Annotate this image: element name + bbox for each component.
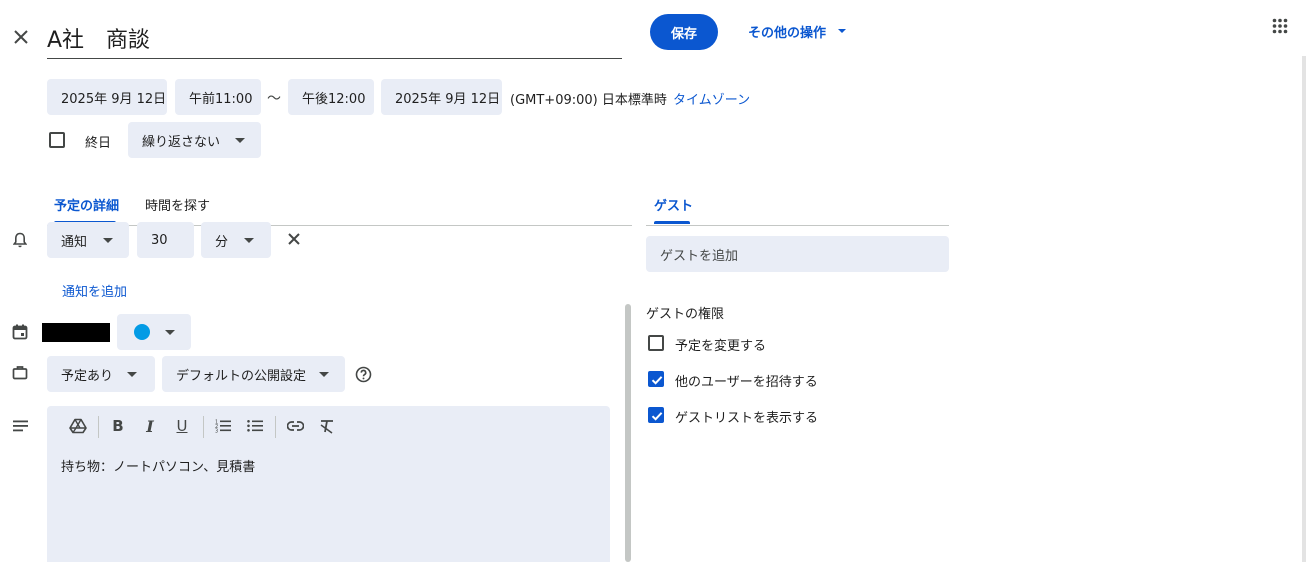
chevron-down-icon xyxy=(244,238,254,243)
chevron-down-icon xyxy=(103,238,113,243)
permission-invite-label: 他のユーザーを招待する xyxy=(675,375,818,390)
numbered-list-icon[interactable]: 123 xyxy=(211,412,235,440)
color-swatch xyxy=(134,324,150,340)
add-notification-link[interactable]: 通知を追加 xyxy=(62,281,127,300)
calendar-name-redacted xyxy=(42,323,110,342)
more-actions-label: その他の操作 xyxy=(748,25,827,41)
bell-icon xyxy=(10,230,30,250)
tab-event-details[interactable]: 予定の詳細 xyxy=(47,188,123,224)
notification-unit-text: 分 xyxy=(215,234,229,250)
availability-text: 予定あり xyxy=(61,368,114,384)
end-date-text: 2025年 9月 12日 xyxy=(395,91,501,107)
tab-guests[interactable]: ゲスト xyxy=(646,188,702,224)
close-icon[interactable] xyxy=(8,24,34,50)
tab-guests-label: ゲスト xyxy=(654,199,694,214)
notification-amount-text: 30 xyxy=(151,232,168,248)
permission-see-list-checkbox[interactable] xyxy=(648,407,664,423)
chevron-down-icon xyxy=(838,29,847,33)
repeat-text: 繰り返さない xyxy=(142,134,221,150)
availability-dropdown[interactable]: 予定あり xyxy=(47,356,155,392)
permission-modify-checkbox[interactable] xyxy=(648,335,664,351)
title-input[interactable]: A社 商談 xyxy=(47,18,622,59)
end-date-chip[interactable]: 2025年 9月 12日 xyxy=(381,79,502,115)
notification-type-text: 通知 xyxy=(61,234,88,250)
notification-unit-dropdown[interactable]: 分 xyxy=(201,222,271,258)
tab-find-time[interactable]: 時間を探す xyxy=(138,188,218,224)
toolbar-separator xyxy=(98,416,99,438)
bullet-list-icon[interactable] xyxy=(243,412,267,440)
chevron-down-icon xyxy=(319,372,329,377)
check-icon xyxy=(651,376,663,385)
svg-text:3: 3 xyxy=(215,429,218,434)
timezone-text: (GMT+09:00) 日本標準時 xyxy=(510,93,667,108)
briefcase-icon xyxy=(10,362,30,382)
allday-checkbox[interactable] xyxy=(49,132,65,148)
repeat-dropdown[interactable]: 繰り返さない xyxy=(128,122,261,158)
drive-attachment-icon[interactable] xyxy=(66,412,90,440)
bold-icon[interactable]: B xyxy=(106,412,130,440)
visibility-dropdown[interactable]: デフォルトの公開設定 xyxy=(162,356,345,392)
link-icon[interactable] xyxy=(283,412,307,440)
permission-invite-checkbox[interactable] xyxy=(648,371,664,387)
add-guest-input[interactable]: ゲストを追加 xyxy=(646,236,949,272)
end-time-chip[interactable]: 午後12:00 xyxy=(288,79,374,115)
underline-icon[interactable]: U xyxy=(170,412,194,440)
timezone-link[interactable]: タイムゾーン xyxy=(673,89,750,108)
more-actions-button[interactable]: その他の操作 xyxy=(740,16,852,46)
permission-modify-label: 予定を変更する xyxy=(675,339,767,354)
add-guest-placeholder: ゲストを追加 xyxy=(660,248,739,264)
end-time-text: 午後12:00 xyxy=(302,91,366,107)
description-text: 持ち物：ノートパソコン、見積書 xyxy=(61,460,256,475)
page-scrollbar-track xyxy=(1302,56,1306,562)
chevron-down-icon xyxy=(165,330,175,335)
start-date-chip[interactable]: 2025年 9月 12日 xyxy=(47,79,167,115)
start-date-text: 2025年 9月 12日 xyxy=(61,91,167,107)
save-label: 保存 xyxy=(670,26,697,42)
allday-label: 終日 xyxy=(85,136,112,151)
guest-permissions-title: ゲストの権限 xyxy=(646,307,725,322)
toolbar-separator xyxy=(275,416,276,438)
notification-type-dropdown[interactable]: 通知 xyxy=(47,222,129,258)
toolbar-separator xyxy=(203,416,204,438)
start-time-text: 午前11:00 xyxy=(189,91,253,107)
start-time-chip[interactable]: 午前11:00 xyxy=(175,79,261,115)
apps-grid-icon[interactable] xyxy=(1268,14,1292,38)
scrollbar-thumb[interactable] xyxy=(625,304,631,562)
calendar-icon xyxy=(10,322,30,342)
chevron-down-icon xyxy=(235,138,245,143)
time-separator: 〜 xyxy=(267,91,281,107)
event-color-dropdown[interactable] xyxy=(117,314,191,350)
clear-formatting-icon[interactable] xyxy=(315,412,339,440)
help-icon[interactable] xyxy=(353,364,373,384)
chevron-down-icon xyxy=(127,372,137,377)
check-icon xyxy=(651,412,663,421)
tab-active-indicator xyxy=(654,221,690,224)
tabs-divider xyxy=(47,225,632,226)
visibility-text: デフォルトの公開設定 xyxy=(176,368,307,384)
save-button[interactable]: 保存 xyxy=(650,14,718,50)
description-icon xyxy=(10,416,30,436)
tab-find-time-label: 時間を探す xyxy=(145,199,211,214)
permission-see-list-label: ゲストリストを表示する xyxy=(675,411,819,426)
notification-amount-input[interactable]: 30 xyxy=(137,222,194,258)
remove-notification-icon[interactable] xyxy=(284,229,304,249)
title-text: A社 商談 xyxy=(47,28,151,53)
guests-divider xyxy=(646,225,949,226)
tab-event-details-label: 予定の詳細 xyxy=(54,199,120,214)
italic-icon[interactable]: I xyxy=(138,412,162,440)
